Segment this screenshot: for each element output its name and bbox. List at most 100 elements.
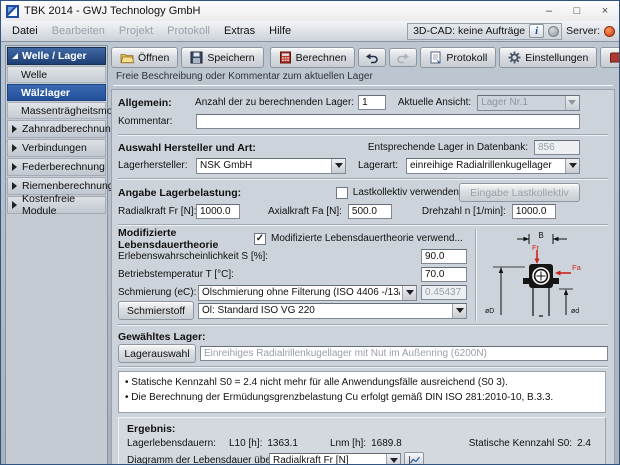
floppy-disk-icon: [190, 51, 203, 64]
comment-input[interactable]: [196, 114, 580, 129]
bearing-form-panel: Allgemein: Anzahl der zu berechnenden La…: [111, 89, 615, 465]
section-title-gewaehltes-lager: Gewähltes Lager:: [118, 331, 206, 343]
main-content: Öffnen Speichern: [111, 45, 615, 465]
modified-life-section: Modifizierte Lebensdauertheorie ✓ Modifi…: [118, 229, 608, 321]
load-collective-label: Lastkollektiv verwenden: [353, 187, 459, 198]
note-line: • Die Berechnung der Ermüdungsgrenzbelas…: [125, 390, 599, 405]
expanded-triangle-icon: [12, 53, 18, 59]
db-label: Entsprechende Lager in Datenbank:: [368, 142, 528, 153]
dim-outer-diameter-label: øD: [485, 308, 494, 315]
view-select-value: Lager Nr.1: [481, 97, 563, 108]
calculate-button[interactable]: Berechnen: [270, 47, 356, 68]
sidebar-group-label: Kostenfreie Module: [22, 193, 105, 217]
lubricant-select[interactable]: Öl: Standard ISO VG 220: [198, 303, 467, 319]
chevron-down-icon: [386, 454, 400, 465]
fa-label: Axialkraft Fa [N]:: [268, 206, 342, 217]
section-separator: [118, 134, 608, 136]
lnm-value: 1689.8: [371, 438, 402, 449]
count-input[interactable]: 1: [358, 95, 386, 110]
bearing-diagram: B Fr: [479, 229, 605, 321]
save-button[interactable]: Speichern: [181, 47, 263, 68]
sidebar-group-zahnradberechnung[interactable]: Zahnradberechnung: [7, 120, 106, 138]
n-label: Drehzahl n [1/min]:: [422, 206, 506, 217]
app-window: TBK 2014 - GWJ Technology GmbH – □ × Dat…: [0, 0, 620, 465]
redo-button[interactable]: [389, 48, 417, 67]
selected-bearing-field: Einreihiges Radialrillenkugellager mit N…: [200, 346, 608, 361]
db-count-field: 856: [534, 140, 580, 155]
menu-extras[interactable]: Extras: [217, 23, 262, 39]
toolbar: Öffnen Speichern: [111, 45, 615, 70]
life-label: Lagerlebensdauern:: [127, 438, 229, 449]
menu-hilfe[interactable]: Hilfe: [262, 23, 298, 39]
view-select: Lager Nr.1: [477, 95, 580, 111]
lubrication-select-value: Ölschmierung ohne Filterung (ISO 4406 -/…: [202, 287, 400, 298]
section-title-hersteller: Auswahl Hersteller und Art:: [118, 142, 368, 154]
collapsed-triangle-icon: [12, 144, 17, 152]
check-icon: ✓: [256, 233, 264, 244]
fr-input[interactable]: 1000.0: [196, 204, 240, 219]
title-bar: TBK 2014 - GWJ Technology GmbH – □ ×: [1, 1, 619, 21]
load-collective-button-label: Eingabe Lastkollektiv: [470, 187, 569, 199]
sidebar-group-kostenfreie-module[interactable]: Kostenfreie Module: [7, 196, 106, 214]
collapsed-triangle-icon: [12, 163, 17, 171]
close-button[interactable]: ×: [591, 1, 619, 21]
menu-datei[interactable]: Datei: [5, 23, 45, 39]
note-line: • Statische Kennzahl S0 = 2.4 nicht mehr…: [125, 375, 599, 390]
results-panel: Ergebnis: Lagerlebensdauern: L10 [h]: 13…: [118, 417, 606, 465]
free-description-field[interactable]: Freie Beschreibung oder Kommentar zum ak…: [113, 71, 613, 86]
maker-select[interactable]: NSK GmbH: [196, 158, 346, 174]
temperature-input[interactable]: 70.0: [421, 267, 467, 282]
undo-button[interactable]: [358, 48, 386, 67]
fr-label: Radialkraft Fr [N]:: [118, 206, 196, 217]
fa-input[interactable]: 500.0: [348, 204, 392, 219]
sidebar-group-label: Zahnradberechnung: [22, 123, 117, 135]
protocol-button[interactable]: Protokoll: [420, 47, 496, 68]
type-label: Lagerart:: [358, 160, 406, 171]
show-diagram-button[interactable]: [404, 452, 424, 465]
server-label: Server:: [566, 25, 600, 37]
save-label: Speichern: [207, 52, 254, 64]
menu-bearbeiten: Bearbeiten: [45, 23, 112, 39]
survival-label: Erlebenswahrscheinlichkeit S [%]:: [118, 251, 421, 262]
maker-label: Lagerhersteller:: [118, 160, 196, 171]
lubricant-select-value: Öl: Standard ISO VG 220: [202, 305, 450, 316]
modlife-checkbox[interactable]: ✓: [254, 233, 266, 245]
n-input[interactable]: 1000.0: [512, 204, 556, 219]
type-select[interactable]: einreihige Radialrillenkugellager: [406, 158, 580, 174]
l10-label: L10 [h]:: [229, 438, 262, 449]
survival-input[interactable]: 90.0: [421, 249, 467, 264]
open-button[interactable]: Öffnen: [111, 47, 178, 68]
lnm-label: Lnm [h]:: [330, 438, 366, 449]
l10-value: 1363.1: [267, 438, 298, 449]
sidebar-group-verbindungen[interactable]: Verbindungen: [7, 139, 106, 157]
load-collective-checkbox[interactable]: [336, 187, 348, 199]
lubricant-button[interactable]: Schmierstoff: [118, 301, 194, 320]
sidebar-group-label: Federberechnung: [22, 161, 105, 173]
settings-button[interactable]: Einstellungen: [499, 47, 597, 68]
app-logo-icon: [6, 5, 19, 18]
maker-select-value: NSK GmbH: [200, 160, 329, 171]
sidebar-group-label: Verbindungen: [22, 142, 87, 154]
folder-open-icon: [120, 52, 134, 64]
app-body: Welle / Lager Welle Wälzlager Massenträg…: [1, 42, 619, 465]
bearing-select-button[interactable]: Lagerauswahl: [118, 344, 196, 363]
settings-label: Einstellungen: [525, 52, 588, 64]
info-icon[interactable]: i: [529, 24, 544, 38]
sidebar-item-waelzlager[interactable]: Wälzlager: [7, 84, 106, 101]
lubrication-select[interactable]: Ölschmierung ohne Filterung (ISO 4406 -/…: [198, 285, 417, 301]
sidebar-group-welle-lager[interactable]: Welle / Lager: [7, 47, 106, 65]
section-separator: [118, 366, 608, 368]
minimize-button[interactable]: –: [535, 1, 563, 21]
sidebar-item-massentraegheitsmoment[interactable]: Massenträgheitsmoment: [7, 102, 106, 119]
life-diagram-select[interactable]: Radialkraft Fr [N]: [269, 453, 401, 465]
comment-label: Kommentar:: [118, 116, 196, 127]
calculate-label: Berechnen: [296, 52, 347, 64]
undo-icon: [365, 52, 379, 64]
menu-protokoll: Protokoll: [160, 23, 217, 39]
maximize-button[interactable]: □: [563, 1, 591, 21]
sidebar-item-welle[interactable]: Welle: [7, 66, 106, 83]
help-button[interactable]: Hilfe: [600, 47, 620, 68]
sidebar-group-federberechnung[interactable]: Federberechnung: [7, 158, 106, 176]
notes-box: • Statische Kennzahl S0 = 2.4 nicht mehr…: [118, 371, 606, 413]
section-title-belastung: Angabe Lagerbelastung:: [118, 187, 336, 199]
